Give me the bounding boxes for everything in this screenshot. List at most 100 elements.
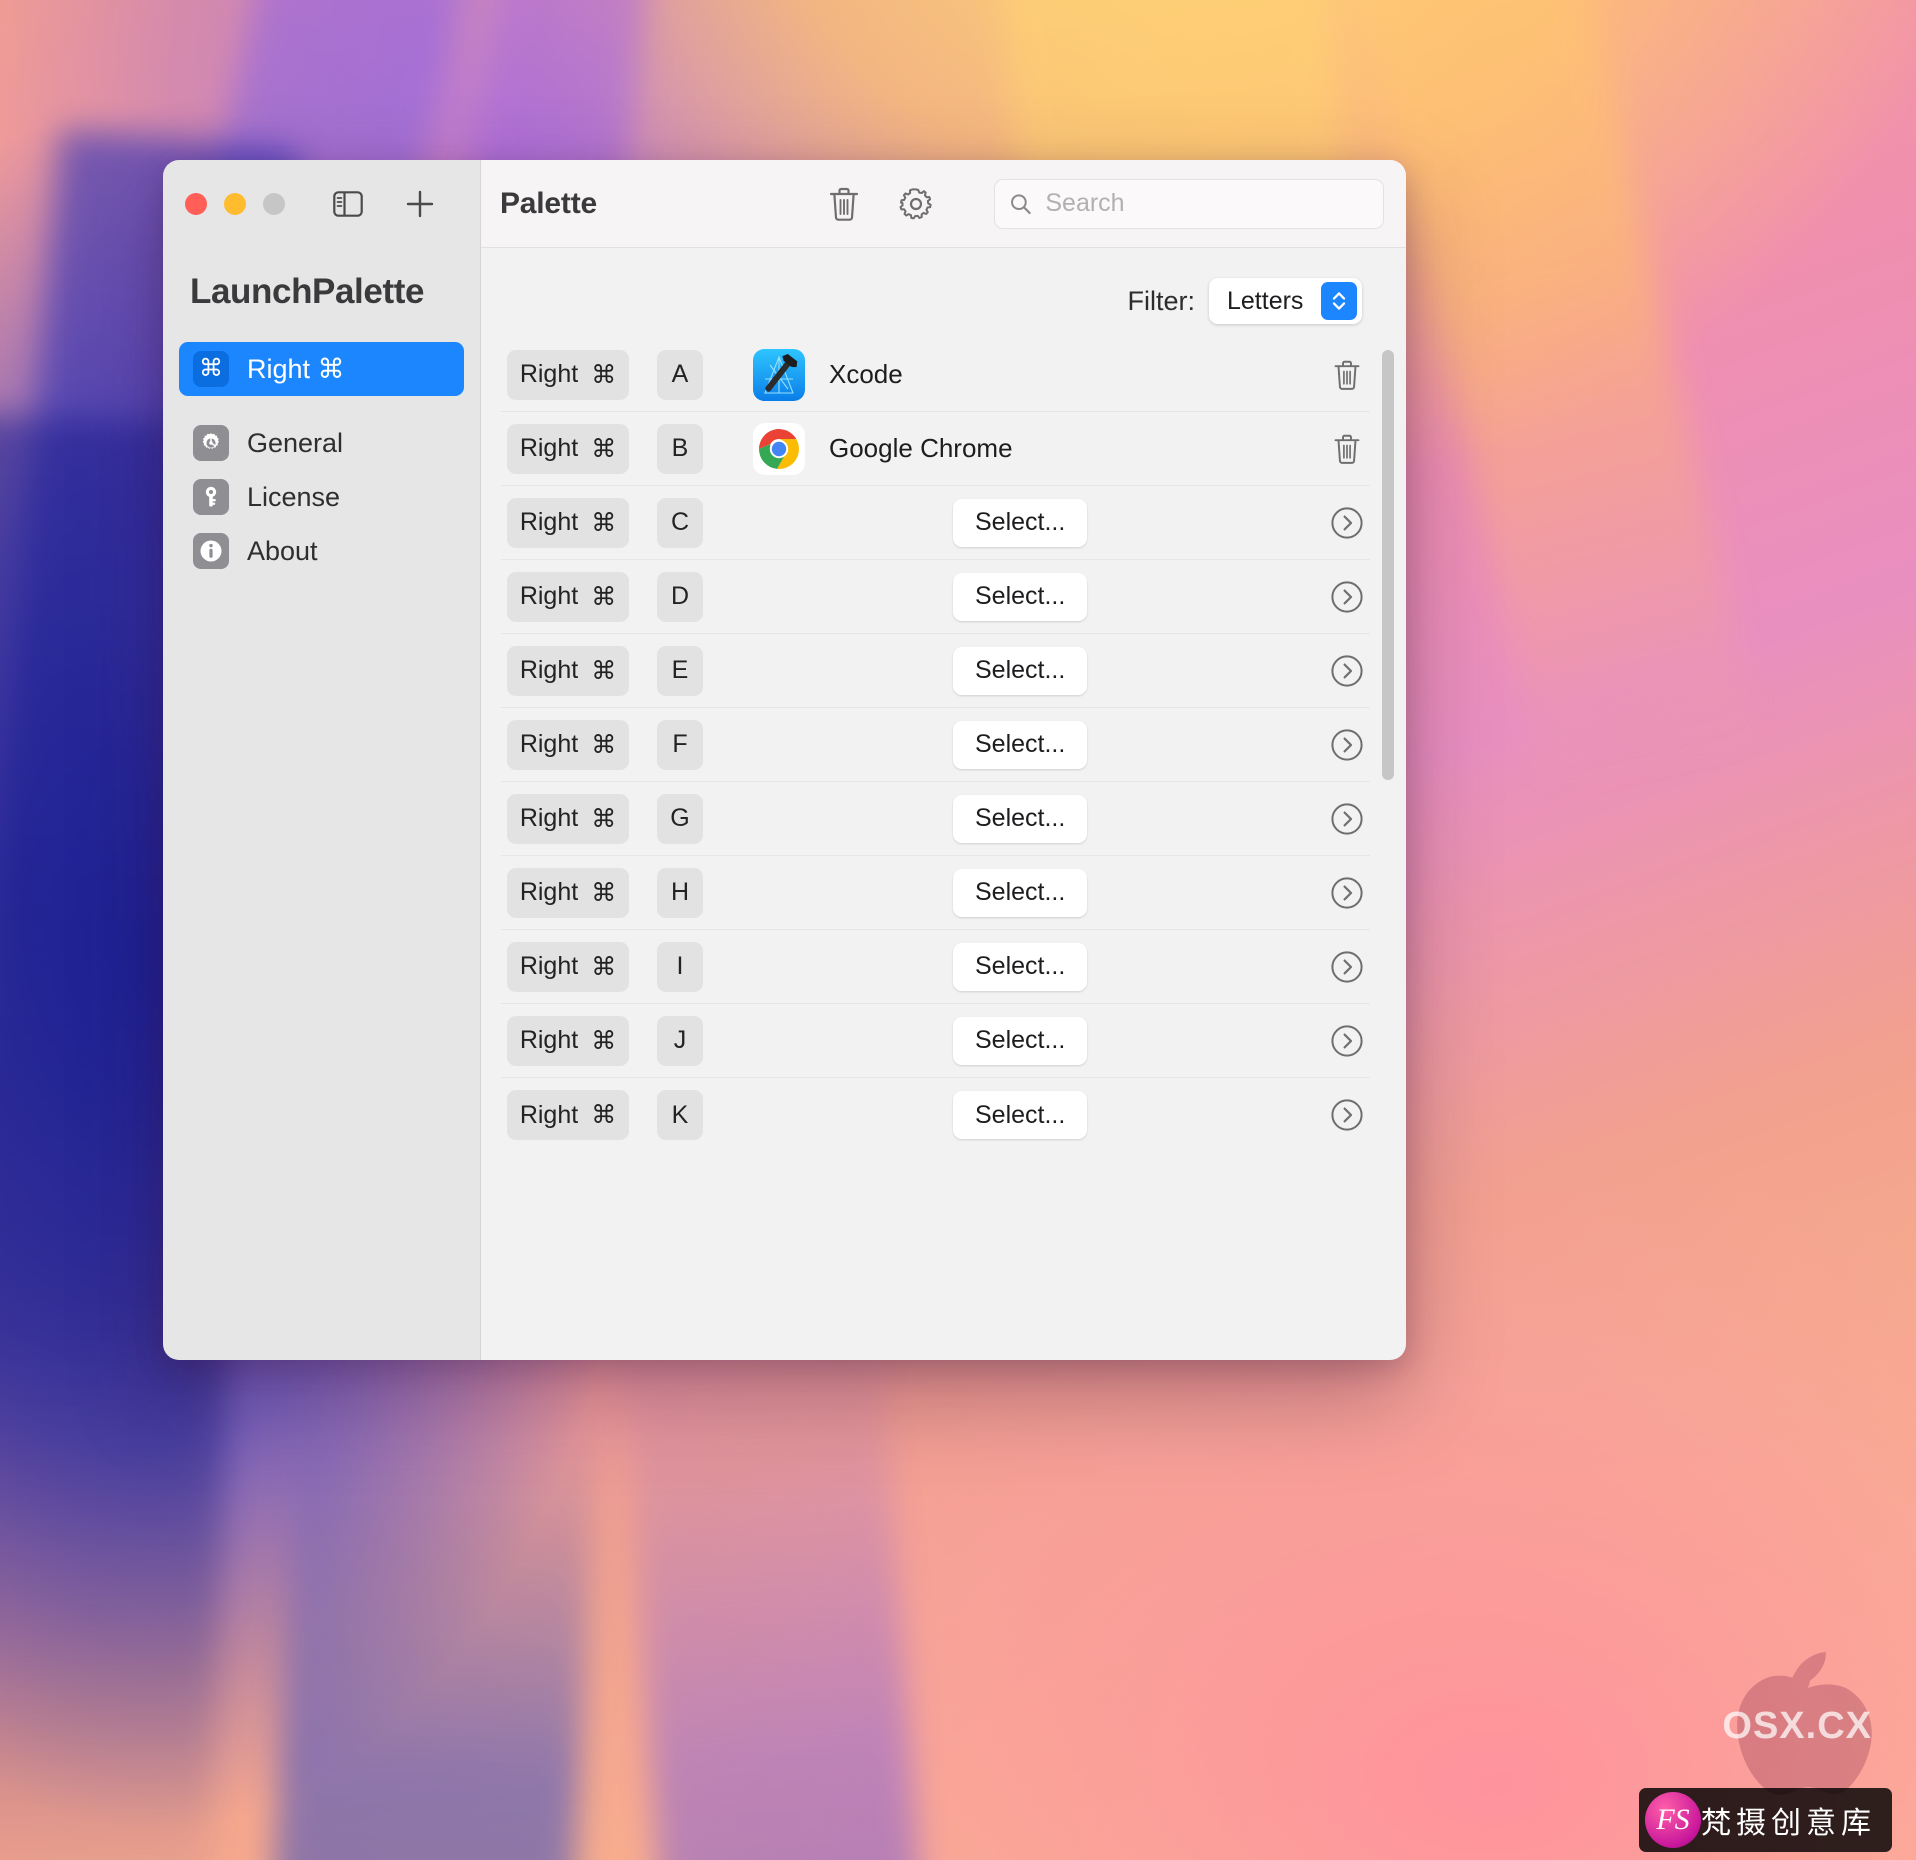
minimize-button[interactable] bbox=[224, 193, 246, 215]
letter-keycap: F bbox=[657, 719, 703, 770]
modifier-keycap: Right ⌘ bbox=[507, 497, 629, 548]
search-input[interactable] bbox=[1045, 189, 1369, 218]
modifier-keycap: Right ⌘ bbox=[507, 867, 629, 918]
row-assignment: Select... bbox=[753, 572, 1324, 621]
close-button[interactable] bbox=[185, 193, 207, 215]
command-icon: ⌘ bbox=[591, 360, 617, 389]
launchpalette-window: LaunchPalette ⌘ Right ⌘ General License … bbox=[163, 160, 1406, 1360]
modifier-keycap: Right ⌘ bbox=[507, 793, 629, 844]
scrollbar-thumb[interactable] bbox=[1382, 350, 1394, 780]
chevron-right-circle-icon bbox=[1331, 950, 1363, 983]
search-field[interactable] bbox=[994, 178, 1384, 229]
delete-row-button[interactable] bbox=[1324, 358, 1370, 392]
command-icon: ⌘ bbox=[591, 952, 617, 981]
modifier-label: Right bbox=[519, 952, 579, 980]
table-row[interactable]: Right ⌘ G Select... bbox=[501, 782, 1370, 856]
sidebar-icon bbox=[333, 191, 363, 217]
row-assignment: Select... bbox=[753, 942, 1324, 991]
table-row[interactable]: Right ⌘ K Select... bbox=[501, 1078, 1370, 1152]
letter-keycap: B bbox=[657, 423, 703, 474]
sidebar-item-right-command[interactable]: ⌘ Right ⌘ bbox=[179, 342, 464, 396]
table-row[interactable]: Right ⌘ B Google Chrome bbox=[501, 412, 1370, 486]
letter-keycap: A bbox=[657, 349, 703, 400]
zoom-button[interactable] bbox=[263, 193, 285, 215]
select-app-button[interactable]: Select... bbox=[953, 942, 1088, 991]
chevron-right-circle-icon bbox=[1331, 876, 1363, 909]
table-row[interactable]: Right ⌘ E Select... bbox=[501, 634, 1370, 708]
modifier-keycap: Right ⌘ bbox=[507, 645, 629, 696]
list-scrollbar[interactable] bbox=[1382, 350, 1394, 1352]
select-app-button[interactable]: Select... bbox=[953, 1091, 1088, 1139]
select-app-button[interactable]: Select... bbox=[953, 1016, 1088, 1065]
letter-keycap: E bbox=[657, 645, 703, 696]
key-icon-tile bbox=[193, 479, 229, 515]
settings-button[interactable] bbox=[896, 184, 936, 224]
letter-keycap: K bbox=[657, 1090, 703, 1140]
select-app-button[interactable]: Select... bbox=[953, 646, 1088, 695]
select-app-button[interactable]: Select... bbox=[953, 720, 1088, 769]
sidebar-item-label: About bbox=[247, 535, 318, 566]
sidebar-toggle-button[interactable] bbox=[331, 187, 365, 221]
command-icon: ⌘ bbox=[591, 1026, 617, 1055]
configure-row-button[interactable] bbox=[1324, 1098, 1370, 1132]
modifier-keycap: Right ⌘ bbox=[507, 423, 629, 474]
table-row[interactable]: Right ⌘ F Select... bbox=[501, 708, 1370, 782]
command-icon: ⌘ bbox=[591, 656, 617, 685]
row-assignment: Select... bbox=[753, 868, 1324, 917]
command-icon: ⌘ bbox=[591, 434, 617, 463]
pane-toolbar: Palette bbox=[481, 160, 1406, 248]
sidebar-nav: ⌘ Right ⌘ General License About bbox=[163, 342, 480, 578]
sidebar-item-about[interactable]: About bbox=[179, 524, 464, 578]
select-app-button[interactable]: Select... bbox=[953, 868, 1088, 917]
modifier-label: Right bbox=[519, 656, 579, 684]
row-assignment: Google Chrome bbox=[753, 422, 1324, 475]
sidebar-item-license[interactable]: License bbox=[179, 470, 464, 524]
table-row[interactable]: Right ⌘ H Select... bbox=[501, 856, 1370, 930]
add-button[interactable] bbox=[403, 187, 437, 221]
studio-watermark: FS 梵摄创意库 bbox=[1639, 1788, 1892, 1852]
configure-row-button[interactable] bbox=[1324, 580, 1370, 614]
sidebar: LaunchPalette ⌘ Right ⌘ General License … bbox=[163, 160, 481, 1360]
modifier-label: Right bbox=[519, 1026, 579, 1054]
sidebar-item-general[interactable]: General bbox=[179, 416, 464, 470]
xcode-icon bbox=[753, 348, 805, 401]
command-icon-tile: ⌘ bbox=[193, 351, 229, 387]
delete-all-button[interactable] bbox=[824, 184, 864, 224]
configure-row-button[interactable] bbox=[1324, 506, 1370, 540]
wallpaper-ray bbox=[620, 1310, 923, 1860]
configure-row-button[interactable] bbox=[1324, 728, 1370, 762]
modifier-keycap: Right ⌘ bbox=[507, 1015, 629, 1066]
row-assignment: Select... bbox=[753, 720, 1324, 769]
select-app-button[interactable]: Select... bbox=[953, 498, 1088, 547]
table-row[interactable]: Right ⌘ J Select... bbox=[501, 1004, 1370, 1078]
row-assignment: Xcode bbox=[753, 348, 1324, 401]
select-app-button[interactable]: Select... bbox=[953, 794, 1088, 843]
select-app-button[interactable]: Select... bbox=[953, 572, 1088, 621]
delete-row-button[interactable] bbox=[1324, 432, 1370, 466]
configure-row-button[interactable] bbox=[1324, 654, 1370, 688]
configure-row-button[interactable] bbox=[1324, 802, 1370, 836]
table-row[interactable]: Right ⌘ A Xcode bbox=[501, 338, 1370, 412]
table-row[interactable]: Right ⌘ D Select... bbox=[501, 560, 1370, 634]
letter-keycap: I bbox=[657, 941, 703, 992]
chevron-up-down-icon[interactable] bbox=[1321, 282, 1357, 320]
app-name: Xcode bbox=[829, 359, 903, 389]
row-assignment: Select... bbox=[753, 498, 1324, 547]
configure-row-button[interactable] bbox=[1324, 1024, 1370, 1058]
modifier-label: Right bbox=[519, 508, 579, 536]
table-row[interactable]: Right ⌘ C Select... bbox=[501, 486, 1370, 560]
table-row[interactable]: Right ⌘ I Select... bbox=[501, 930, 1370, 1004]
modifier-label: Right bbox=[519, 804, 579, 832]
modifier-label: Right bbox=[519, 434, 579, 462]
row-assignment: Select... bbox=[753, 1091, 1324, 1139]
chevron-right-circle-icon bbox=[1331, 728, 1363, 761]
modifier-label: Right bbox=[519, 582, 579, 610]
filter-value: Letters bbox=[1227, 286, 1304, 315]
configure-row-button[interactable] bbox=[1324, 950, 1370, 984]
filter-dropdown[interactable]: Letters bbox=[1209, 278, 1362, 324]
shortcut-list: Right ⌘ A Xcode Right ⌘ B Google Chrome … bbox=[481, 338, 1406, 1360]
command-icon: ⌘ bbox=[591, 582, 617, 611]
chrome-icon bbox=[753, 422, 805, 475]
chevron-right-circle-icon bbox=[1331, 802, 1363, 835]
configure-row-button[interactable] bbox=[1324, 876, 1370, 910]
